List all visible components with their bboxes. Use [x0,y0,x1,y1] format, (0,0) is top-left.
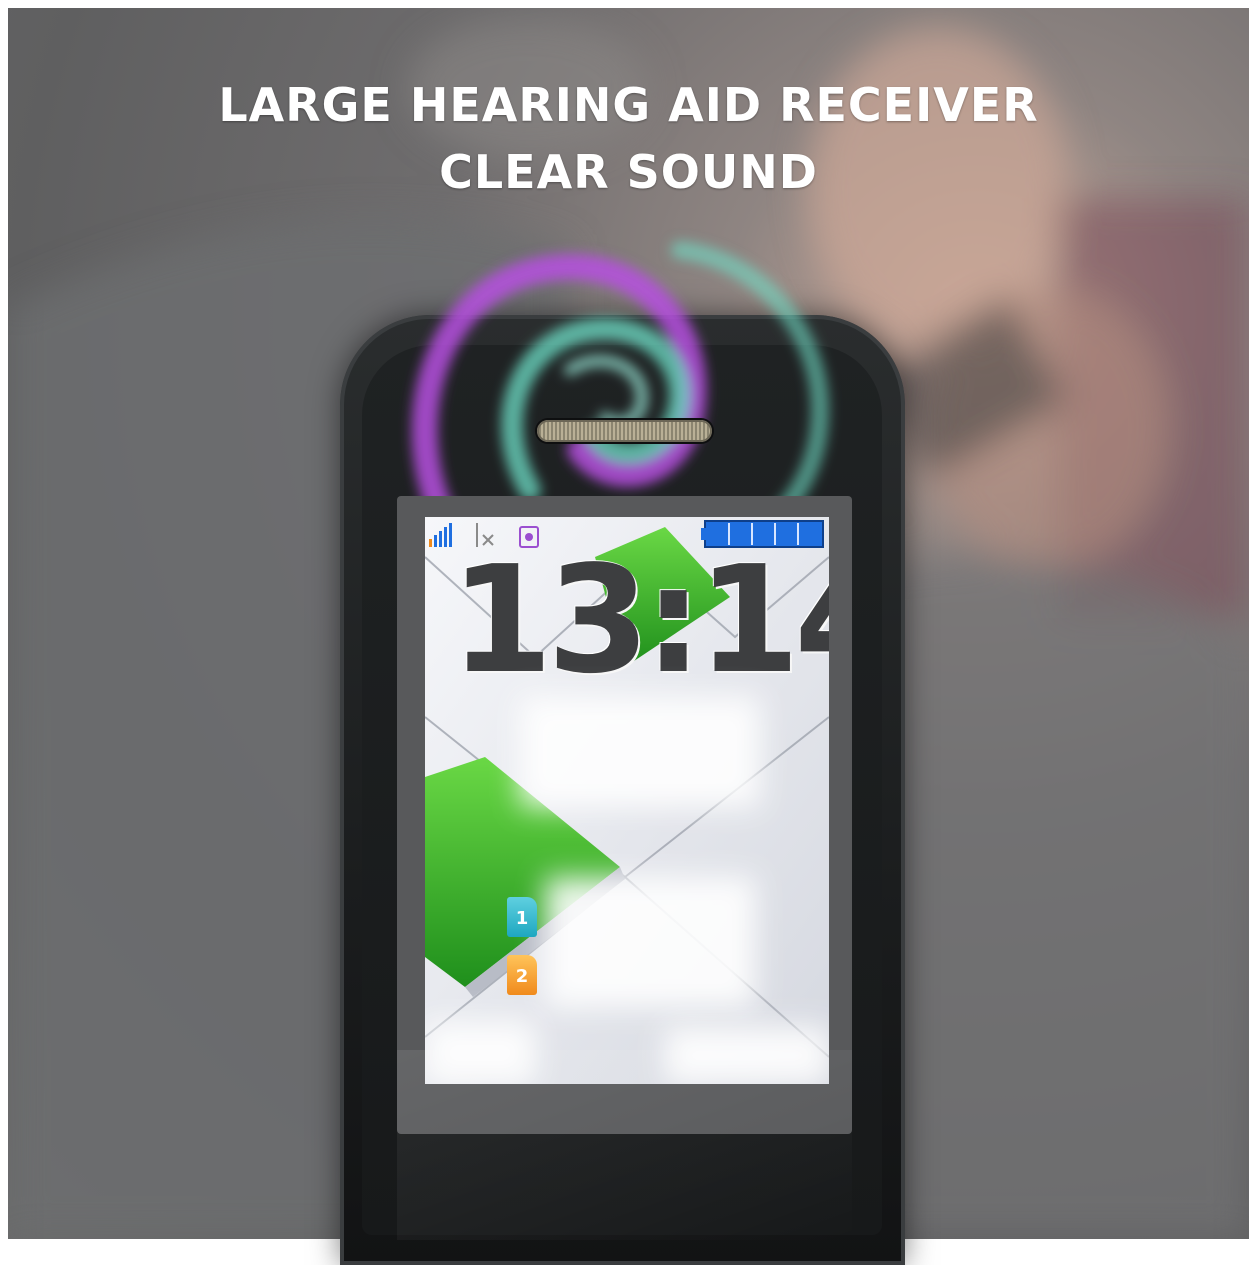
clock-time: 13:14 [450,534,829,706]
phone-screen: 13:14 1 2 [425,517,829,1084]
blurred-date-area [520,697,760,807]
earpiece-speaker-grille [537,420,712,442]
screen-glass-reflection [397,1050,852,1240]
sim-2-icon: 2 [507,955,537,995]
signal-icon [429,523,452,547]
headline-line-2: CLEAR SOUND [439,145,818,199]
headline-line-1: LARGE HEARING AID RECEIVER [218,78,1039,132]
sim-1-icon: 1 [507,897,537,937]
blurred-carrier-area [545,877,755,1007]
